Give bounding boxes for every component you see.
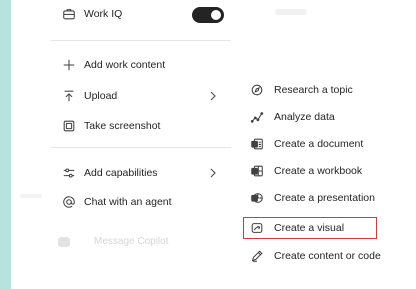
work-iq-toggle[interactable] xyxy=(192,7,224,23)
create-presentation-label: Create a presentation xyxy=(274,192,375,204)
create-visual-highlight xyxy=(243,217,377,239)
divider xyxy=(51,147,231,148)
analyze-icon xyxy=(250,110,264,124)
screenshot-icon xyxy=(62,119,76,133)
take-screenshot-label: Take screenshot xyxy=(84,120,161,132)
word-icon xyxy=(250,137,264,151)
create-document-item[interactable]: Create a document xyxy=(243,133,408,155)
analyze-data-item[interactable]: Analyze data xyxy=(243,106,408,128)
research-topic-item[interactable]: Research a topic xyxy=(243,79,408,101)
analyze-data-label: Analyze data xyxy=(274,111,335,123)
excel-icon xyxy=(250,164,264,178)
tools-menu: Work IQ Add work content Upload Take scr… xyxy=(51,0,231,230)
composer-placeholder: Message Copilot xyxy=(94,236,169,247)
composer-icon xyxy=(58,237,70,247)
add-work-content-item[interactable]: Add work content xyxy=(51,53,231,77)
create-presentation-item[interactable]: Create a presentation xyxy=(243,187,408,209)
chevron-right-icon xyxy=(208,89,218,103)
create-document-label: Create a document xyxy=(274,138,364,150)
research-icon xyxy=(250,83,264,97)
add-capabilities-item[interactable]: Add capabilities xyxy=(51,161,231,185)
upload-item[interactable]: Upload xyxy=(51,84,231,108)
upload-icon xyxy=(62,89,76,103)
create-workbook-item[interactable]: Create a workbook xyxy=(243,160,408,182)
add-capabilities-label: Add capabilities xyxy=(84,167,158,179)
create-content-code-label: Create content or code xyxy=(274,250,381,262)
divider xyxy=(51,40,231,41)
chat-with-agent-label: Chat with an agent xyxy=(84,196,172,208)
plus-icon xyxy=(62,58,76,72)
work-iq-label: Work IQ xyxy=(84,8,123,20)
background-composer: Message Copilot xyxy=(58,236,228,248)
chat-with-agent-item[interactable]: Chat with an agent xyxy=(51,190,231,214)
sliders-icon xyxy=(62,166,76,180)
side-panel-strip xyxy=(0,0,11,289)
at-icon xyxy=(62,195,76,209)
create-content-code-item[interactable]: Create content or code xyxy=(243,245,408,267)
add-capabilities-submenu: Research a topic Analyze data Create a d… xyxy=(243,0,408,289)
research-topic-label: Research a topic xyxy=(274,84,353,96)
chevron-right-icon xyxy=(208,166,218,180)
create-workbook-label: Create a workbook xyxy=(274,165,363,177)
pen-icon xyxy=(250,249,264,263)
upload-label: Upload xyxy=(84,90,118,102)
briefcase-icon xyxy=(62,7,76,21)
add-work-content-label: Add work content xyxy=(84,59,166,71)
work-iq-row[interactable]: Work IQ xyxy=(51,2,231,26)
take-screenshot-item[interactable]: Take screenshot xyxy=(51,114,231,138)
background-blur xyxy=(20,194,42,198)
powerpoint-icon xyxy=(250,191,264,205)
